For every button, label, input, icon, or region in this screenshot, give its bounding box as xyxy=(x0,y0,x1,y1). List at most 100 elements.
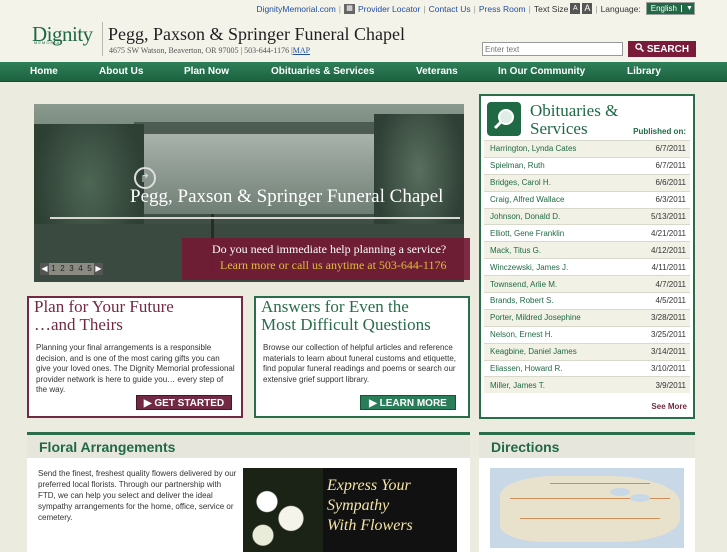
obituary-name-link[interactable]: Johnson, Donald D. xyxy=(490,212,560,221)
learn-more-label: LEARN MORE xyxy=(379,398,447,409)
obituary-date: 3/9/2011 xyxy=(655,380,686,390)
obituary-row[interactable]: Brands, Robert S. 4/5/2011 xyxy=(484,292,690,309)
separator: | xyxy=(338,3,341,14)
pager-prev-icon[interactable]: ◀ xyxy=(40,263,49,275)
immediate-help-callout[interactable]: Do you need immediate help planning a se… xyxy=(182,238,470,280)
obituary-name-link[interactable]: Spielman, Ruth xyxy=(490,161,545,170)
plan-title-line: …and Theirs xyxy=(34,315,123,334)
obituary-date: 3/14/2011 xyxy=(651,347,686,357)
plan-title-line: Plan for Your Future xyxy=(34,297,174,316)
obituary-name-link[interactable]: Winczewski, James J. xyxy=(490,263,568,272)
map-icon: ▦ xyxy=(344,3,355,14)
obituary-name-link[interactable]: Townsend, Arlie M. xyxy=(490,280,557,289)
text-size-large-button[interactable]: A xyxy=(582,3,593,14)
obituary-row[interactable]: Johnson, Donald D. 5/13/2011 xyxy=(484,207,690,225)
obituary-row[interactable]: Eliassen, Howard R. 3/10/2011 xyxy=(484,359,690,377)
answers-title-line: Answers for Even the xyxy=(261,297,409,316)
obituary-name-link[interactable]: Keagbine, Daniel James xyxy=(490,347,577,356)
nav-obituaries-services[interactable]: Obituaries & Services xyxy=(271,62,374,82)
learn-more-button[interactable]: ▶ LEARN MORE xyxy=(360,395,456,410)
obituary-row[interactable]: Keagbine, Daniel James 3/14/2011 xyxy=(484,342,690,360)
dignity-memorial-link[interactable]: DignityMemorial.com xyxy=(256,4,335,14)
nav-in-our-community[interactable]: In Our Community xyxy=(498,62,585,82)
search-button[interactable]: SEARCH xyxy=(628,41,696,57)
pager-item[interactable]: 3 xyxy=(67,263,76,275)
nav-home[interactable]: Home xyxy=(30,62,58,82)
directions-title: Directions xyxy=(491,439,560,455)
nav-veterans[interactable]: Veterans xyxy=(416,62,458,82)
get-started-button[interactable]: ▶ GET STARTED xyxy=(136,395,232,410)
obituary-row[interactable]: Porter, Mildred Josephine 3/28/2011 xyxy=(484,308,690,326)
obituaries-title-line: Services xyxy=(530,119,588,138)
obituary-date: 4/11/2011 xyxy=(651,262,686,272)
separator: | xyxy=(528,3,531,14)
obituary-row[interactable]: Mack, Titus G. 4/12/2011 xyxy=(484,241,690,259)
promo-line: Sympathy xyxy=(327,497,390,514)
separator: | xyxy=(473,3,476,14)
press-room-link[interactable]: Press Room xyxy=(479,4,526,14)
obituary-name-link[interactable]: Harrington, Lynda Cates xyxy=(490,144,576,153)
chevron-down-icon: ▼ xyxy=(681,5,694,12)
obituary-row[interactable]: Craig, Alfred Wallace 6/3/2011 xyxy=(484,190,690,208)
promo-line: With Flowers xyxy=(327,517,413,534)
pager-item[interactable]: 5 xyxy=(85,263,94,275)
obituary-name-link[interactable]: Porter, Mildred Josephine xyxy=(490,313,581,322)
directions-map[interactable] xyxy=(490,468,684,548)
obituary-name-link[interactable]: Craig, Alfred Wallace xyxy=(490,195,564,204)
floral-title: Floral Arrangements xyxy=(39,439,176,455)
map-road xyxy=(550,483,650,484)
obituary-row[interactable]: Nelson, Ernest H. 3/25/2011 xyxy=(484,325,690,343)
search-input[interactable] xyxy=(482,42,623,56)
obituary-date: 6/6/2011 xyxy=(655,178,686,188)
nav-about-us[interactable]: About Us xyxy=(99,62,143,82)
see-more-link[interactable]: See More xyxy=(651,402,687,411)
obituary-name-link[interactable]: Brands, Robert S. xyxy=(490,296,554,305)
answers-panel-title: Answers for Even the Most Difficult Ques… xyxy=(261,298,431,334)
obituary-row[interactable]: Harrington, Lynda Cates 6/7/2011 xyxy=(484,140,690,157)
obituary-row[interactable]: Elliott, Gene Franklin 4/21/2011 xyxy=(484,224,690,241)
sympathy-promo-text: Express Your Sympathy With Flowers xyxy=(327,476,413,536)
hero-title: Pegg, Paxson & Springer Funeral Chapel xyxy=(130,186,444,207)
directions-header: Directions xyxy=(479,432,695,458)
provider-locator-link[interactable]: Provider Locator xyxy=(358,4,420,14)
pager-item[interactable]: 2 xyxy=(58,263,67,275)
pager-next-icon[interactable]: ▶ xyxy=(94,263,103,275)
immediate-help-question: Do you need immediate help planning a se… xyxy=(212,242,447,256)
obituary-row[interactable]: Spielman, Ruth 6/7/2011 xyxy=(484,156,690,174)
obituary-name-link[interactable]: Mack, Titus G. xyxy=(490,246,541,255)
text-size-small-button[interactable]: A xyxy=(570,3,581,14)
answers-title-line: Most Difficult Questions xyxy=(261,315,431,334)
map-road xyxy=(520,518,660,519)
language-select[interactable]: English ▼ xyxy=(645,2,695,15)
nav-library[interactable]: Library xyxy=(627,62,661,82)
obituary-name-link[interactable]: Miller, James T. xyxy=(490,381,545,390)
dignity-logo-subtitle: MEMORIAL xyxy=(34,40,64,45)
text-size-label: Text Size xyxy=(533,3,569,14)
nav-plan-now[interactable]: Plan Now xyxy=(184,62,229,82)
contact-us-link[interactable]: Contact Us xyxy=(429,4,471,14)
pager-item[interactable]: 1 xyxy=(49,263,58,275)
obituary-name-link[interactable]: Elliott, Gene Franklin xyxy=(490,229,564,238)
separator: | xyxy=(595,3,598,14)
immediate-help-phone[interactable]: Learn more or call us anytime at 503-644… xyxy=(220,258,446,273)
map-lake xyxy=(630,494,650,502)
obituary-row[interactable]: Miller, James T. 3/9/2011 xyxy=(484,376,690,394)
search-button-label: SEARCH xyxy=(646,43,690,55)
obituary-row[interactable]: Winczewski, James J. 4/11/2011 xyxy=(484,258,690,275)
sympathy-flowers-banner[interactable]: Express Your Sympathy With Flowers xyxy=(243,468,457,552)
flowers-image xyxy=(243,468,323,552)
map-link[interactable]: MAP xyxy=(293,46,310,55)
obituary-name-link[interactable]: Bridges, Carol H. xyxy=(490,178,551,187)
obituary-name-link[interactable]: Eliassen, Howard R. xyxy=(490,364,562,373)
search-icon xyxy=(635,43,644,55)
obituary-name-link[interactable]: Nelson, Ernest H. xyxy=(490,330,553,339)
slideshow-pager: ◀ 1 2 3 4 5 ▶ xyxy=(40,263,103,275)
obituary-row[interactable]: Townsend, Arlie M. 4/7/2011 xyxy=(484,275,690,293)
utility-links: DignityMemorial.com | ▦ Provider Locator… xyxy=(256,2,695,15)
obituaries-title-line: Obituaries & xyxy=(530,101,619,120)
obituary-row[interactable]: Bridges, Carol H. 6/6/2011 xyxy=(484,173,690,191)
pager-item[interactable]: 4 xyxy=(76,263,85,275)
chapel-name: Pegg, Paxson & Springer Funeral Chapel xyxy=(108,24,405,44)
promo-line: Express Your xyxy=(327,477,411,494)
triangle-right-icon: ▶ xyxy=(369,398,380,409)
